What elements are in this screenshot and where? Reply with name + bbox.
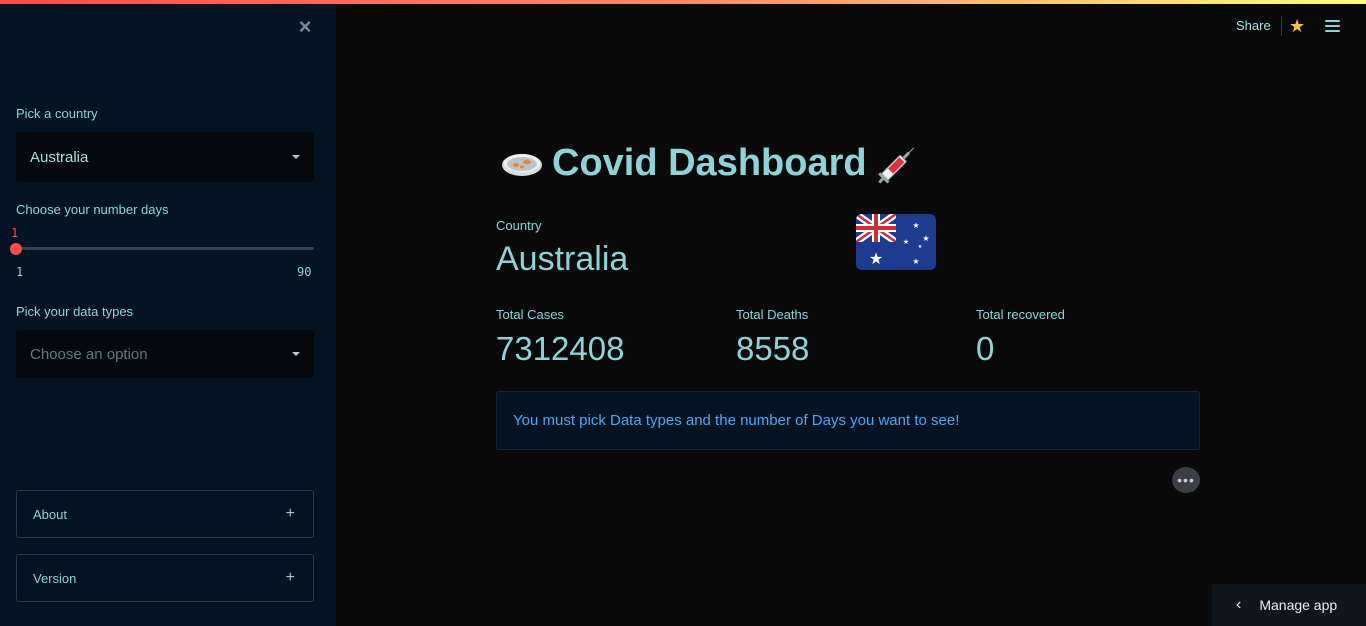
version-expander-label: Version (33, 570, 77, 586)
country-select[interactable]: Australia (16, 132, 314, 182)
country-select-label: Pick a country (16, 106, 98, 121)
days-slider-max: 90 (297, 265, 312, 279)
header-divider (1281, 16, 1282, 36)
top-decoration-bar (0, 0, 1366, 4)
svg-text:★: ★ (869, 249, 883, 268)
manage-app-button[interactable]: ‹ Manage app (1212, 584, 1366, 626)
manage-app-label: Manage app (1259, 597, 1338, 613)
country-metric-value: Australia (496, 240, 629, 278)
days-slider-label: Choose your number days (16, 202, 169, 217)
total-cases-label: Total Cases (496, 307, 564, 322)
total-recovered-value: 0 (976, 330, 995, 367)
datatypes-select-label: Pick your data types (16, 304, 134, 319)
days-slider-track[interactable] (16, 247, 314, 250)
close-sidebar-icon[interactable]: × (296, 16, 314, 38)
chevron-down-icon (292, 352, 300, 356)
sidebar: × Pick a country Australia Choose your n… (0, 0, 336, 626)
days-slider-thumb[interactable] (10, 243, 22, 255)
page-title: Covid Dashboard (552, 141, 867, 184)
svg-text:★: ★ (912, 221, 919, 230)
info-alert-message: You must pick Data types and the number … (513, 412, 960, 429)
svg-text:★: ★ (912, 257, 919, 266)
chevron-down-icon (292, 155, 300, 159)
days-slider-value: 1 (11, 226, 19, 240)
more-options-icon[interactable]: ••• (1172, 467, 1200, 493)
datatypes-placeholder: Choose an option (30, 345, 148, 363)
star-icon[interactable]: ★ (1289, 16, 1307, 36)
svg-text:★: ★ (918, 244, 923, 250)
about-expander[interactable]: About + (16, 490, 314, 538)
svg-text:★: ★ (922, 234, 929, 243)
syringe-icon (877, 147, 914, 184)
info-alert: You must pick Data types and the number … (496, 391, 1200, 450)
total-cases-value: 7312408 (496, 330, 625, 367)
hamburger-menu-icon[interactable] (1325, 20, 1340, 33)
petri-dish-icon (502, 154, 542, 176)
page-title-row: Covid Dashboard (500, 140, 921, 186)
share-button[interactable]: Share (1236, 18, 1271, 33)
about-expander-label: About (33, 506, 67, 522)
plus-icon: + (285, 505, 295, 522)
datatypes-multiselect[interactable]: Choose an option (16, 330, 314, 378)
australia-flag-icon: ★ ★ ★ ★ ★ ★ (856, 214, 936, 270)
plus-icon: + (285, 569, 295, 586)
total-deaths-label: Total Deaths (736, 307, 809, 322)
chevron-left-icon: ‹ (1236, 596, 1242, 613)
country-metric-label: Country (496, 218, 542, 233)
total-recovered-label: Total recovered (976, 307, 1065, 322)
total-deaths-value: 8558 (736, 330, 810, 367)
country-select-value: Australia (30, 148, 89, 166)
days-slider-min: 1 (16, 265, 24, 279)
version-expander[interactable]: Version + (16, 554, 314, 602)
svg-text:★: ★ (903, 238, 909, 246)
